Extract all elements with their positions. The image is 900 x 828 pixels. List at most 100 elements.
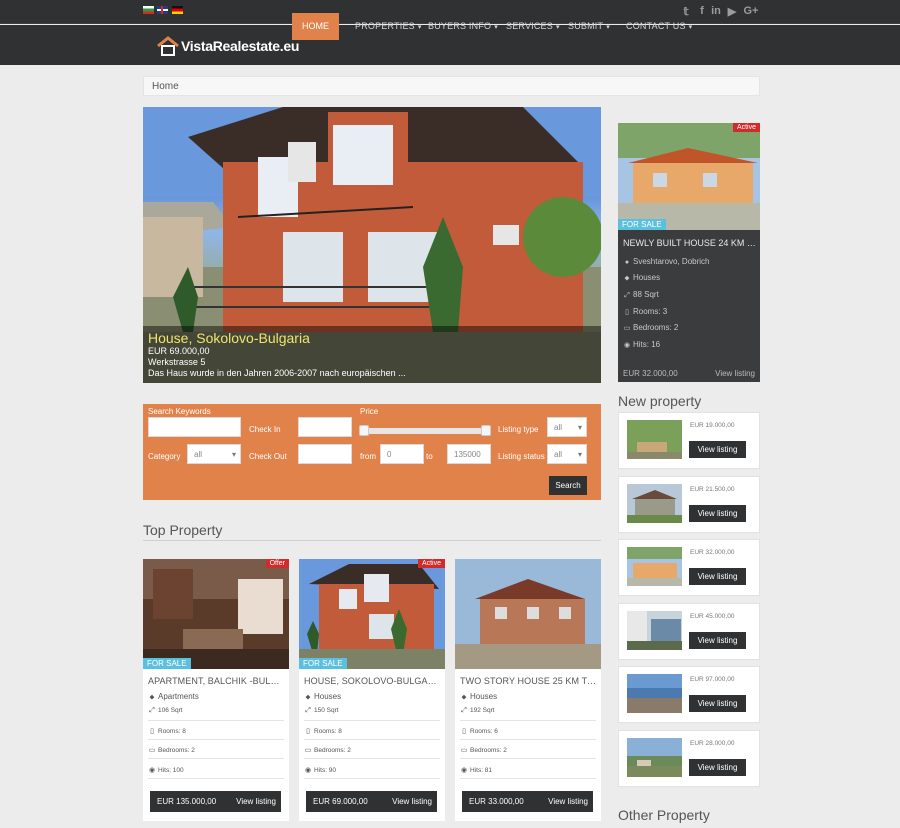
nav-contact-us[interactable]: CONTACT US ▾ <box>626 13 692 40</box>
google-plus-icon[interactable]: G+ <box>742 5 760 17</box>
view-listing-link[interactable]: View listing <box>236 797 276 806</box>
new-property-item[interactable]: EUR 32.000,00 View listing <box>618 539 760 596</box>
view-listing-button[interactable]: View listing <box>689 632 746 649</box>
youtube-icon[interactable]: ▶ <box>725 5 739 18</box>
view-listing-link[interactable]: View listing <box>548 797 588 806</box>
featured-view-listing-link[interactable]: View listing <box>715 369 755 378</box>
property-rooms: ▯ Rooms: 6 <box>460 727 498 735</box>
property-card[interactable]: Active FOR SALE HOUSE, SOKOLOVO-BULGARIA… <box>299 559 445 821</box>
caret-down-icon: ▾ <box>417 24 422 31</box>
new-property-price: EUR 19.000,00 <box>690 422 735 429</box>
view-listing-button[interactable]: View listing <box>689 441 746 458</box>
resize-icon: ⤢ <box>305 707 311 714</box>
new-property-item[interactable]: EUR 28.000,00 View listing <box>618 730 760 787</box>
property-card-footer[interactable]: EUR 135.000,00 View listing <box>150 791 281 812</box>
resize-icon: ⤢ <box>461 707 467 714</box>
bed-icon: ▭ <box>304 747 312 754</box>
new-property-item[interactable]: EUR 19.000,00 View listing <box>618 412 760 469</box>
new-property-item[interactable]: EUR 45.000,00 View listing <box>618 603 760 660</box>
listing-type-select[interactable]: all <box>547 417 587 437</box>
keywords-input[interactable] <box>148 417 241 437</box>
price-to-input[interactable]: 135000 <box>447 444 491 464</box>
property-card-image[interactable] <box>455 559 601 669</box>
property-area: ⤢ 192 Sqrt <box>461 707 495 714</box>
featured-location: ● Sveshtarovo, Dobrich <box>624 257 710 266</box>
property-card-title[interactable]: HOUSE, SOKOLOVO-BULGARIA <box>304 676 442 686</box>
eye-icon: ◉ <box>304 767 312 774</box>
property-card[interactable]: TWO STORY HOUSE 25 KM TO DOBRICH ⬥Houses… <box>455 559 601 821</box>
eye-icon: ◉ <box>460 767 468 774</box>
listing-status-select[interactable]: all <box>547 444 587 464</box>
featured-title[interactable]: NEWLY BUILT HOUSE 24 KM TO DOBRICH <box>623 238 757 248</box>
featured-property-card[interactable]: Active FOR SALE NEWLY BUILT HOUSE 24 KM … <box>618 123 760 382</box>
search-button[interactable]: Search <box>549 476 587 495</box>
property-price: EUR 135.000,00 <box>157 797 217 806</box>
new-property-price: EUR 21.500,00 <box>690 486 735 493</box>
property-price: EUR 69.000,00 <box>313 797 368 806</box>
check-out-input[interactable] <box>298 444 352 464</box>
property-card-footer[interactable]: EUR 69.000,00 View listing <box>306 791 437 812</box>
german-flag-icon[interactable] <box>172 6 183 14</box>
property-rooms: ▯ Rooms: 8 <box>304 727 342 735</box>
nav-submit[interactable]: SUBMIT ▾ <box>568 13 610 40</box>
price-slider-max-handle[interactable] <box>481 425 491 436</box>
new-property-item[interactable]: EUR 97.000,00 View listing <box>618 666 760 723</box>
tag-icon: ⬥ <box>461 694 467 701</box>
view-listing-link[interactable]: View listing <box>392 797 432 806</box>
price-slider-track[interactable] <box>361 428 489 434</box>
new-property-price: EUR 28.000,00 <box>690 740 735 747</box>
tag-icon: ⬥ <box>624 275 630 282</box>
nav-buyers-info[interactable]: BUYERS INFO ▾ <box>428 13 498 40</box>
listing-type-label: Listing type <box>498 425 539 434</box>
property-card-title[interactable]: APARTMENT, BALCHIK -BULGARIA <box>148 676 286 686</box>
new-property-thumbnail[interactable] <box>627 674 682 713</box>
property-card-image[interactable]: Offer FOR SALE <box>143 559 289 669</box>
property-rooms: ▯ Rooms: 8 <box>148 727 186 735</box>
new-property-thumbnail[interactable] <box>627 420 682 459</box>
divider <box>460 720 596 721</box>
price-label: Price <box>360 407 379 416</box>
view-listing-button[interactable]: View listing <box>689 568 746 585</box>
price-from-label: from <box>360 452 376 461</box>
section-divider <box>143 540 601 541</box>
new-property-thumbnail[interactable] <box>627 611 682 650</box>
eye-icon: ◉ <box>623 342 631 349</box>
property-card-image[interactable]: Active FOR SALE <box>299 559 445 669</box>
featured-property-image[interactable]: Active FOR SALE <box>618 123 760 230</box>
other-property-title: Other Property <box>618 807 710 823</box>
property-card-title[interactable]: TWO STORY HOUSE 25 KM TO DOBRICH <box>460 676 598 686</box>
new-property-item[interactable]: EUR 21.500,00 View listing <box>618 476 760 533</box>
property-bedrooms: ▭ Bedrooms: 2 <box>148 747 195 754</box>
linkedin-icon[interactable]: in <box>709 5 723 17</box>
door-icon: ▯ <box>462 728 466 735</box>
hero-title[interactable]: House, Sokolovo-Bulgaria <box>148 330 310 346</box>
property-card[interactable]: Offer FOR SALE APARTMENT, BALCHIK -BULGA… <box>143 559 289 821</box>
property-card-footer[interactable]: EUR 33.000,00 View listing <box>462 791 593 812</box>
price-slider-min-handle[interactable] <box>359 425 369 436</box>
new-property-thumbnail[interactable] <box>627 738 682 777</box>
breadcrumb[interactable]: Home <box>143 76 760 96</box>
check-in-input[interactable] <box>298 417 352 437</box>
bed-icon: ▭ <box>460 747 468 754</box>
view-listing-button[interactable]: View listing <box>689 505 746 522</box>
nav-properties[interactable]: PROPERTIES ▾ <box>355 13 422 40</box>
offer-ribbon: Offer <box>265 559 289 568</box>
nav-services[interactable]: SERVICES ▾ <box>506 13 560 40</box>
new-property-thumbnail[interactable] <box>627 547 682 586</box>
facebook-icon[interactable]: f <box>695 5 709 17</box>
price-from-input[interactable]: 0 <box>380 444 424 464</box>
view-listing-button[interactable]: View listing <box>689 695 746 712</box>
top-property-title: Top Property <box>143 522 223 538</box>
bed-icon: ▭ <box>148 747 156 754</box>
property-hits: ◉ Hits: 81 <box>460 767 493 774</box>
english-flag-icon[interactable] <box>157 6 168 14</box>
site-logo[interactable]: VistaRealestate.eu <box>157 35 299 57</box>
caret-down-icon: ▾ <box>494 24 498 31</box>
divider <box>460 758 596 759</box>
nav-home[interactable]: HOME <box>292 13 339 40</box>
view-listing-button[interactable]: View listing <box>689 759 746 776</box>
category-select[interactable]: all <box>187 444 241 464</box>
new-property-thumbnail[interactable] <box>627 484 682 523</box>
bulgarian-flag-icon[interactable] <box>143 6 154 14</box>
resize-icon: ⤢ <box>624 292 630 299</box>
